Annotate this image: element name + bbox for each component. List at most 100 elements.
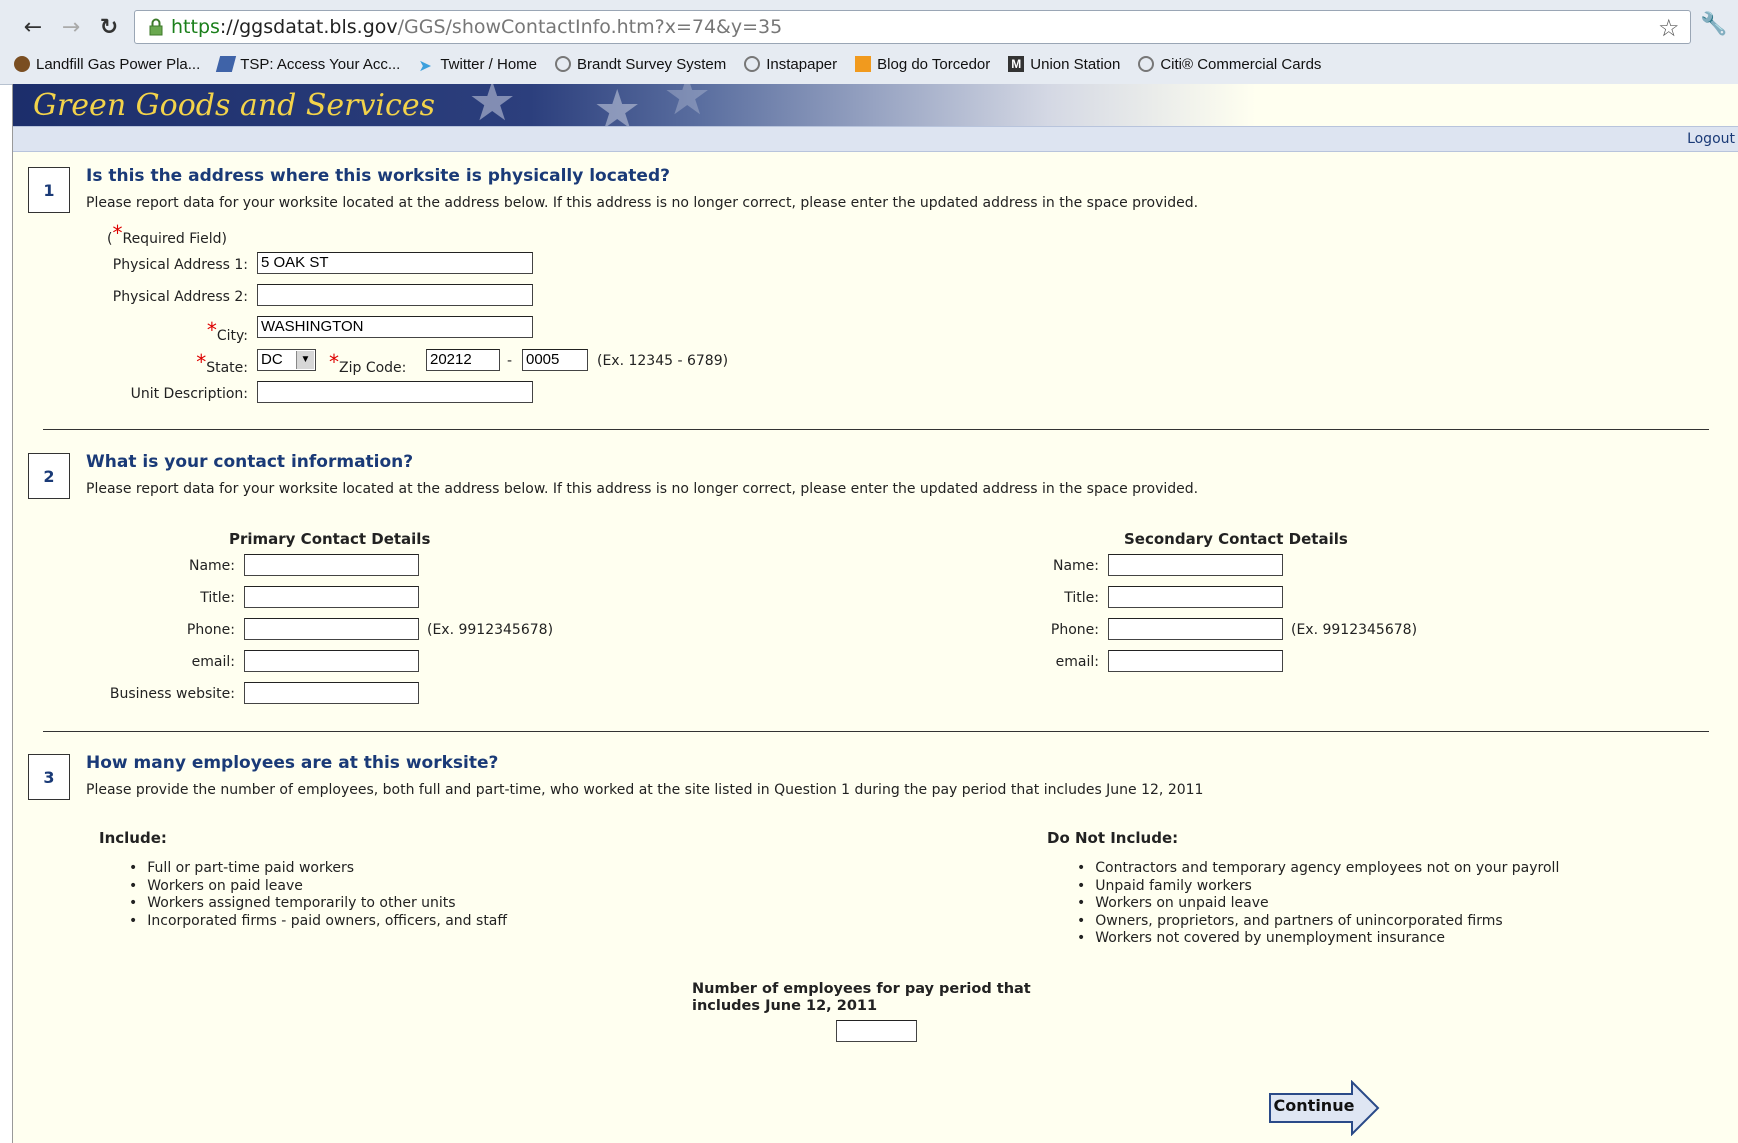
exclude-heading: Do Not Include: — [1047, 829, 1179, 847]
question-number: 3 — [28, 754, 70, 800]
twitter-icon: ➤ — [418, 58, 432, 75]
star-decoration-icon: ★ — [663, 84, 712, 126]
globe-icon — [744, 56, 761, 72]
section-divider — [43, 429, 1709, 430]
wrench-icon[interactable]: 🔧 — [1700, 12, 1727, 37]
zip-example: (Ex. 12345 - 6789) — [597, 353, 729, 369]
secondary-name-input[interactable] — [1108, 554, 1283, 576]
bookmark-star-icon[interactable]: ☆ — [1658, 14, 1680, 42]
question-number: 2 — [28, 453, 70, 499]
secondary-name-label: Name: — [1052, 558, 1099, 574]
required-asterisk: * — [329, 350, 339, 374]
globe-icon — [1138, 56, 1155, 72]
bookmark-item[interactable]: Citi® Commercial Cards — [1138, 56, 1321, 73]
primary-phone-label: Phone: — [186, 622, 235, 638]
secondary-title-label: Title: — [1064, 590, 1099, 606]
secondary-title-input[interactable] — [1108, 586, 1283, 608]
section-divider — [43, 731, 1709, 732]
zip-input[interactable]: 20212 — [426, 349, 500, 371]
address2-label: Physical Address 2: — [112, 289, 248, 305]
address-bar[interactable]: https://ggsdatat.bls.gov/GGS/showContact… — [134, 10, 1691, 44]
logout-link[interactable]: Logout — [1687, 131, 1735, 147]
header-bar: Logout — [13, 126, 1738, 152]
secondary-email-input[interactable] — [1108, 650, 1283, 672]
star-decoration-icon: ★ — [593, 84, 642, 126]
question-number: 1 — [28, 167, 70, 213]
list-item: Unpaid family workers — [1077, 878, 1559, 896]
blog-icon — [855, 56, 872, 72]
required-asterisk: * — [196, 350, 207, 374]
list-item: Full or part-time paid workers — [129, 860, 507, 878]
bookmark-item[interactable]: Blog do Torcedor — [855, 56, 990, 73]
question-description: Please provide the number of employees, … — [86, 782, 1204, 798]
list-item: Incorporated firms - paid owners, office… — [129, 913, 507, 931]
question-title: How many employees are at this worksite? — [86, 753, 499, 773]
unit-input[interactable] — [257, 381, 533, 403]
state-label: *State: — [196, 350, 248, 376]
city-label: *City: — [206, 318, 248, 344]
site-banner: ★ ★ ★ Green Goods and Services — [13, 84, 1738, 126]
tsp-icon — [216, 56, 237, 72]
phone-example: (Ex. 9912345678) — [427, 622, 554, 638]
bookmark-item[interactable]: TSP: Access Your Acc... — [216, 56, 400, 73]
primary-phone-input[interactable] — [244, 618, 419, 640]
zip4-input[interactable]: 0005 — [522, 349, 588, 371]
list-item: Workers assigned temporarily to other un… — [129, 895, 507, 913]
secondary-contact-heading: Secondary Contact Details — [1124, 530, 1348, 548]
page-content: ★ ★ ★ Green Goods and Services Logout 1 … — [12, 84, 1738, 1143]
required-note: (*Required Field) — [107, 221, 228, 247]
browser-toolbar: ← → ↻ https://ggsdatat.bls.gov/GGS/showC… — [0, 0, 1738, 85]
secondary-email-label: email: — [1055, 654, 1099, 670]
bookmark-item[interactable]: Brandt Survey System — [555, 56, 726, 73]
question-description: Please report data for your worksite loc… — [86, 481, 1199, 497]
state-select[interactable]: DC ▼ — [257, 349, 316, 371]
url-text: https://ggsdatat.bls.gov/GGS/showContact… — [171, 16, 783, 38]
primary-contact-heading: Primary Contact Details — [229, 530, 431, 548]
bookmark-item[interactable]: Landfill Gas Power Pla... — [14, 56, 200, 73]
forward-arrow-icon[interactable]: → — [56, 12, 86, 42]
zip-dash: - — [507, 353, 513, 369]
lock-icon — [149, 18, 163, 36]
employee-count-label: Number of employees for pay period that i… — [692, 981, 1031, 1014]
chevron-down-icon[interactable]: ▼ — [296, 351, 314, 369]
list-item: Workers on unpaid leave — [1077, 895, 1559, 913]
reload-icon[interactable]: ↻ — [94, 12, 124, 42]
list-item: Workers on paid leave — [129, 878, 507, 896]
business-website-label: Business website: — [109, 686, 235, 702]
include-heading: Include: — [99, 829, 167, 847]
address1-input[interactable]: 5 OAK ST — [257, 252, 533, 274]
list-item: Owners, proprietors, and partners of uni… — [1077, 913, 1559, 931]
secondary-phone-label: Phone: — [1050, 622, 1099, 638]
bookmark-item[interactable]: ➤ Twitter / Home — [418, 56, 537, 76]
address2-input[interactable] — [257, 284, 533, 306]
required-asterisk: * — [206, 318, 217, 342]
primary-name-label: Name: — [188, 558, 235, 574]
landfill-icon — [14, 56, 30, 72]
question-title: What is your contact information? — [86, 452, 414, 472]
back-arrow-icon[interactable]: ← — [18, 12, 48, 42]
exclude-list: Contractors and temporary agency employe… — [1077, 860, 1559, 948]
globe-icon — [555, 56, 572, 72]
primary-title-label: Title: — [200, 590, 235, 606]
zip-label: *Zip Code: — [329, 350, 407, 376]
primary-name-input[interactable] — [244, 554, 419, 576]
bookmark-item[interactable]: Instapaper — [744, 56, 837, 73]
bookmark-item[interactable]: M Union Station — [1008, 56, 1120, 73]
continue-button[interactable] — [1268, 1080, 1380, 1136]
list-item: Contractors and temporary agency employe… — [1077, 860, 1559, 878]
phone-example: (Ex. 9912345678) — [1291, 622, 1418, 638]
address1-label: Physical Address 1: — [112, 257, 248, 273]
city-input[interactable]: WASHINGTON — [257, 316, 533, 338]
unit-label: Unit Description: — [130, 386, 248, 402]
bookmarks-bar: Landfill Gas Power Pla... TSP: Access Yo… — [0, 48, 1738, 80]
business-website-input[interactable] — [244, 682, 419, 704]
question-description: Please report data for your worksite loc… — [86, 195, 1199, 211]
question-title: Is this the address where this worksite … — [86, 166, 670, 186]
site-title: Green Goods and Services — [33, 88, 435, 123]
primary-title-input[interactable] — [244, 586, 419, 608]
secondary-phone-input[interactable] — [1108, 618, 1283, 640]
primary-email-input[interactable] — [244, 650, 419, 672]
list-item: Workers not covered by unemployment insu… — [1077, 930, 1559, 948]
include-list: Full or part-time paid workers Workers o… — [129, 860, 507, 930]
employee-count-input[interactable] — [836, 1020, 917, 1042]
